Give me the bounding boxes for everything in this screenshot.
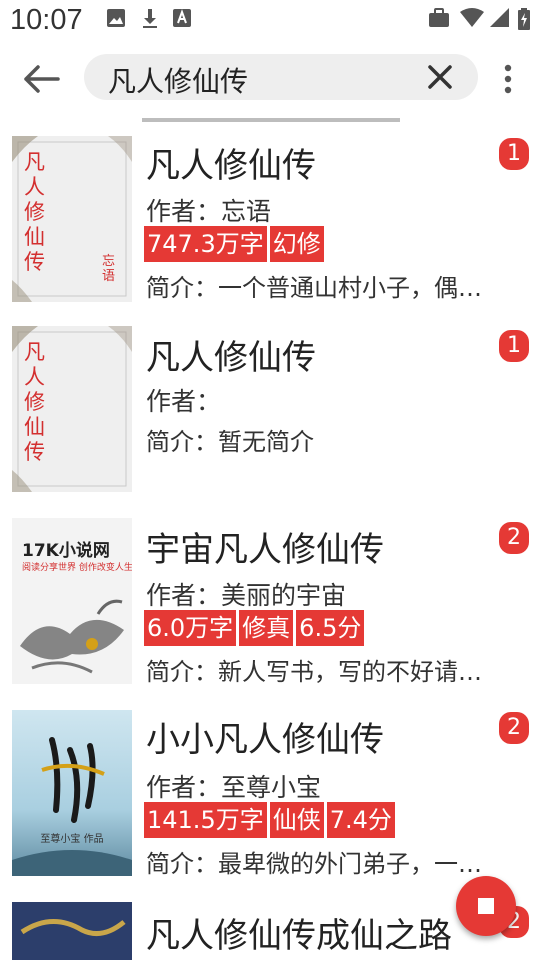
list-item[interactable]: 凡人修仙传 凡人修仙传 作者： 简介：暂无简介 1 — [0, 312, 540, 504]
source-count-badge: 1 — [499, 330, 529, 362]
tag-score: 7.4分 — [326, 802, 395, 838]
source-count-badge: 1 — [499, 138, 529, 170]
cover-slogan-text: 阅读分享世界 创作改变人生 — [22, 563, 132, 573]
book-intro: 简介：暂无简介 — [146, 428, 314, 456]
book-author: 作者：忘语 — [146, 197, 272, 226]
book-title: 凡人修仙传成仙之路 — [146, 916, 452, 956]
tag-word-count: 6.0万字 — [144, 610, 237, 646]
book-cover: 凡人修仙传 — [12, 326, 132, 492]
cover-author-text: 忘语 — [102, 254, 116, 284]
status-bar: 10:07 — [0, 0, 540, 40]
tag-word-count: 141.5万字 — [144, 802, 267, 838]
tag-genre: 修真 — [239, 610, 294, 646]
wifi-icon — [460, 8, 484, 27]
stop-icon — [478, 898, 494, 914]
list-item[interactable]: 17K小说网 阅读分享世界 创作改变人生 宇宙凡人修仙传 作者：美丽的宇宙 6.… — [0, 504, 540, 696]
font-icon — [173, 9, 191, 27]
book-title: 凡人修仙传 — [146, 338, 316, 378]
book-intro: 简介：最卑微的外门弟子，一步步走向巅峰 — [146, 850, 490, 878]
search-input[interactable]: 凡人修仙传 — [84, 54, 478, 100]
book-tags: 6.0万字 修真 6.5分 — [144, 610, 365, 646]
book-title: 小小凡人修仙传 — [146, 720, 384, 760]
book-cover: 凡人修仙传 忘语 — [12, 136, 132, 302]
search-toolbar: 凡人修仙传 — [0, 40, 540, 116]
source-count-badge: 2 — [499, 712, 529, 744]
cover-title-text: 凡人修仙传 — [24, 340, 45, 464]
book-tags: 141.5万字 仙侠 7.4分 — [144, 802, 395, 838]
book-intro: 简介：一个普通山村小子，偶然下进入到当地江湖小门派 — [146, 274, 490, 302]
search-query[interactable]: 凡人修仙传 — [108, 60, 248, 100]
tag-genre: 幻修 — [269, 226, 324, 262]
battery-icon — [518, 8, 530, 30]
download-icon — [143, 9, 157, 28]
back-arrow-icon[interactable] — [22, 62, 62, 96]
cover-title-text: 凡人修仙传 — [24, 150, 45, 274]
signal-icon — [490, 8, 509, 27]
book-cover: 至尊小宝 作品 — [12, 710, 132, 876]
cover-caption-text: 至尊小宝 作品 — [40, 834, 104, 845]
status-time: 10:07 — [10, 4, 83, 36]
image-icon — [107, 9, 125, 27]
book-author: 作者：美丽的宇宙 — [146, 581, 347, 610]
tag-word-count: 747.3万字 — [144, 226, 267, 262]
book-title: 宇宙凡人修仙传 — [146, 530, 384, 570]
tag-score: 6.5分 — [296, 610, 365, 646]
list-item[interactable]: 至尊小宝 作品 小小凡人修仙传 作者：至尊小宝 141.5万字 仙侠 7.4分 … — [0, 696, 540, 888]
source-count-badge: 2 — [499, 522, 529, 554]
stop-search-button[interactable] — [456, 876, 516, 936]
book-author: 作者：至尊小宝 — [146, 773, 322, 802]
work-profile-icon — [429, 8, 449, 27]
list-item[interactable]: 凡人修仙传 忘语 凡人修仙传 作者：忘语 747.3万字 幻修 简介：一个普通山… — [0, 122, 540, 312]
book-cover: 17K小说网 阅读分享世界 创作改变人生 — [12, 518, 132, 684]
close-icon[interactable] — [428, 65, 452, 89]
book-title: 凡人修仙传 — [146, 146, 316, 186]
book-tags: 747.3万字 幻修 — [144, 226, 324, 262]
cover-brand-text: 17K小说网 — [22, 541, 110, 561]
book-author: 作者： — [146, 387, 222, 416]
book-cover — [12, 902, 132, 960]
tag-genre: 仙侠 — [269, 802, 324, 838]
more-vert-icon[interactable] — [496, 64, 520, 94]
book-intro: 简介：新人写书，写的不好请见谅 — [146, 658, 490, 686]
